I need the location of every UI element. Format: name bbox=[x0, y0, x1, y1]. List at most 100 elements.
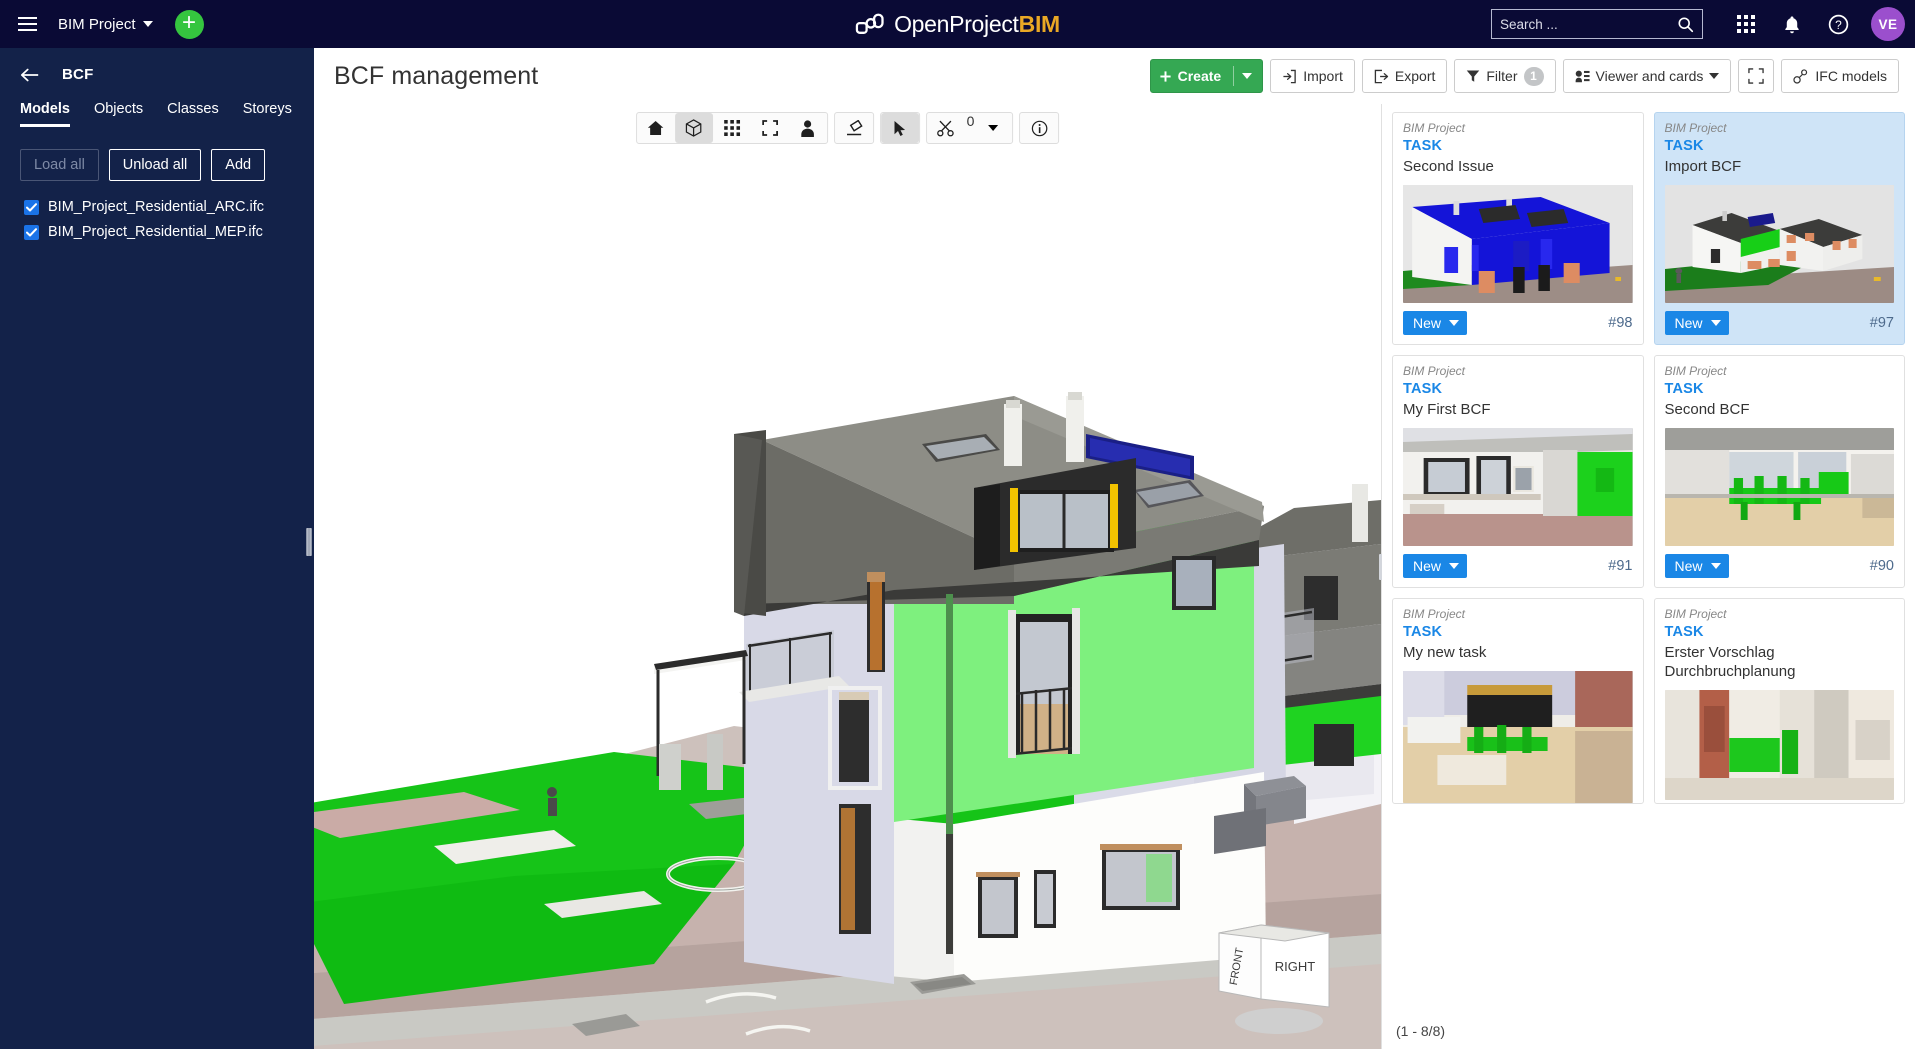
model-name-label: BIM_Project_Residential_ARC.ifc bbox=[48, 199, 264, 215]
add-model-button[interactable]: Add bbox=[211, 149, 265, 181]
create-button[interactable]: Create bbox=[1150, 59, 1264, 93]
chevron-down-icon bbox=[1709, 73, 1719, 79]
create-button-label: Create bbox=[1178, 68, 1222, 84]
card-title: Second BCF bbox=[1665, 401, 1895, 420]
card-thumbnail[interactable] bbox=[1403, 671, 1633, 803]
card-footer: New #97 bbox=[1665, 311, 1895, 335]
card-project-label: BIM Project bbox=[1665, 364, 1895, 378]
card-thumbnail[interactable] bbox=[1403, 428, 1633, 546]
sidebar-tab-classes[interactable]: Classes bbox=[167, 101, 219, 127]
status-label: New bbox=[1413, 315, 1441, 331]
card-97[interactable]: BIM Project TASK Import BCF bbox=[1654, 112, 1906, 345]
3d-model-canvas[interactable] bbox=[314, 104, 1381, 1049]
model-list: BIM_Project_Residential_ARC.ifc BIM_Proj… bbox=[0, 181, 314, 240]
top-header: BIM Project + OpenProjectBIM bbox=[0, 0, 1915, 48]
eraser-icon[interactable] bbox=[835, 113, 873, 143]
chevron-down-icon bbox=[1449, 563, 1459, 569]
global-search[interactable] bbox=[1491, 9, 1703, 39]
project-selector[interactable]: BIM Project bbox=[58, 16, 153, 33]
split-pane: 0 bbox=[314, 104, 1915, 1049]
sidebar-tab-objects[interactable]: Objects bbox=[94, 101, 143, 127]
card-project-label: BIM Project bbox=[1665, 607, 1895, 621]
card-type-label: TASK bbox=[1403, 381, 1633, 397]
card-id: #90 bbox=[1870, 558, 1894, 574]
section-plane-count: 0 bbox=[965, 113, 981, 143]
card-type-label: TASK bbox=[1665, 138, 1895, 154]
home-icon[interactable] bbox=[637, 113, 675, 143]
ifc-gear-icon bbox=[1793, 69, 1809, 84]
status-badge[interactable]: New bbox=[1403, 311, 1467, 335]
export-button[interactable]: Export bbox=[1362, 59, 1447, 93]
viewer-cards-icon bbox=[1575, 70, 1590, 83]
export-button-label: Export bbox=[1395, 68, 1435, 84]
card-footer: New #98 bbox=[1403, 311, 1633, 335]
filter-button[interactable]: Filter 1 bbox=[1454, 59, 1555, 93]
back-arrow-icon[interactable] bbox=[20, 67, 40, 83]
list-item[interactable]: BIM_Project_Residential_ARC.ifc bbox=[24, 199, 294, 215]
card-title: My new task bbox=[1403, 644, 1633, 663]
view-mode-button[interactable]: Viewer and cards bbox=[1563, 59, 1732, 93]
bim-3d-viewer[interactable]: 0 bbox=[314, 104, 1381, 1049]
modules-grid-icon[interactable] bbox=[1725, 3, 1767, 45]
chevron-down-icon bbox=[1711, 320, 1721, 326]
sidebar-tab-storeys[interactable]: Storeys bbox=[243, 101, 292, 127]
notifications-bell-icon[interactable] bbox=[1771, 3, 1813, 45]
status-label: New bbox=[1413, 558, 1441, 574]
search-input[interactable] bbox=[1500, 17, 1677, 32]
fullscreen-button[interactable] bbox=[1738, 59, 1774, 93]
plus-icon bbox=[1159, 70, 1172, 83]
bcf-cards-grid-row3: BIM Project TASK My new task bbox=[1392, 598, 1905, 804]
sidebar-resize-handle[interactable] bbox=[306, 528, 312, 556]
info-circle-icon[interactable] bbox=[1020, 113, 1058, 143]
help-question-icon[interactable]: ? bbox=[1817, 3, 1859, 45]
card-thumbnail[interactable] bbox=[1665, 185, 1895, 303]
unload-all-button[interactable]: Unload all bbox=[109, 149, 202, 181]
pagination-info: (1 - 8/8) bbox=[1396, 1023, 1445, 1039]
select-cursor-icon[interactable] bbox=[881, 113, 919, 143]
card-90[interactable]: BIM Project TASK Second BCF bbox=[1654, 355, 1906, 588]
hamburger-menu-icon[interactable] bbox=[10, 7, 44, 41]
svg-text:?: ? bbox=[1835, 17, 1842, 31]
card-erster-vorschlag[interactable]: BIM Project TASK Erster Vorschlag Durchb… bbox=[1654, 598, 1906, 804]
section-dropdown-button[interactable] bbox=[980, 113, 1006, 143]
search-icon[interactable] bbox=[1677, 16, 1694, 33]
import-button[interactable]: Import bbox=[1270, 59, 1355, 93]
app-logo[interactable]: OpenProjectBIM bbox=[855, 11, 1060, 38]
openproject-logo-icon bbox=[855, 13, 885, 35]
first-person-icon[interactable] bbox=[789, 113, 827, 143]
project-name-label: BIM Project bbox=[58, 16, 136, 33]
navigation-cube[interactable]: FRONT RIGHT bbox=[1211, 919, 1361, 1039]
fit-to-view-icon[interactable] bbox=[751, 113, 789, 143]
viewer-tool-group-edit bbox=[834, 112, 874, 144]
card-my-new-task[interactable]: BIM Project TASK My new task bbox=[1392, 598, 1644, 804]
load-all-button[interactable]: Load all bbox=[20, 149, 99, 181]
card-title: Import BCF bbox=[1665, 158, 1895, 177]
card-98[interactable]: BIM Project TASK Second Issue bbox=[1392, 112, 1644, 345]
grid-icon[interactable] bbox=[713, 113, 751, 143]
avatar-initials: VE bbox=[1878, 17, 1897, 32]
export-icon bbox=[1374, 69, 1389, 84]
checkbox-checked-icon[interactable] bbox=[24, 200, 39, 215]
avatar[interactable]: VE bbox=[1871, 7, 1905, 41]
cube-3d-icon[interactable] bbox=[675, 113, 713, 143]
list-item[interactable]: BIM_Project_Residential_MEP.ifc bbox=[24, 224, 294, 240]
card-thumbnail[interactable] bbox=[1665, 428, 1895, 546]
card-91[interactable]: BIM Project TASK My First BCF bbox=[1392, 355, 1644, 588]
ifc-models-button[interactable]: IFC models bbox=[1781, 59, 1899, 93]
sidebar-tab-models[interactable]: Models bbox=[20, 101, 70, 127]
status-badge[interactable]: New bbox=[1403, 554, 1467, 578]
status-badge[interactable]: New bbox=[1665, 554, 1729, 578]
card-thumbnail[interactable] bbox=[1403, 185, 1633, 303]
card-project-label: BIM Project bbox=[1403, 364, 1633, 378]
viewer-toolbar: 0 bbox=[636, 112, 1060, 144]
import-button-label: Import bbox=[1303, 68, 1343, 84]
checkbox-checked-icon[interactable] bbox=[24, 225, 39, 240]
status-badge[interactable]: New bbox=[1665, 311, 1729, 335]
chevron-down-icon bbox=[143, 21, 153, 27]
global-add-button[interactable]: + bbox=[175, 10, 204, 39]
viewer-tool-group-select bbox=[880, 112, 920, 144]
card-project-label: BIM Project bbox=[1403, 121, 1633, 135]
card-thumbnail[interactable] bbox=[1665, 690, 1895, 800]
scissors-icon[interactable] bbox=[927, 113, 965, 143]
sidebar-title: BCF bbox=[62, 66, 93, 83]
